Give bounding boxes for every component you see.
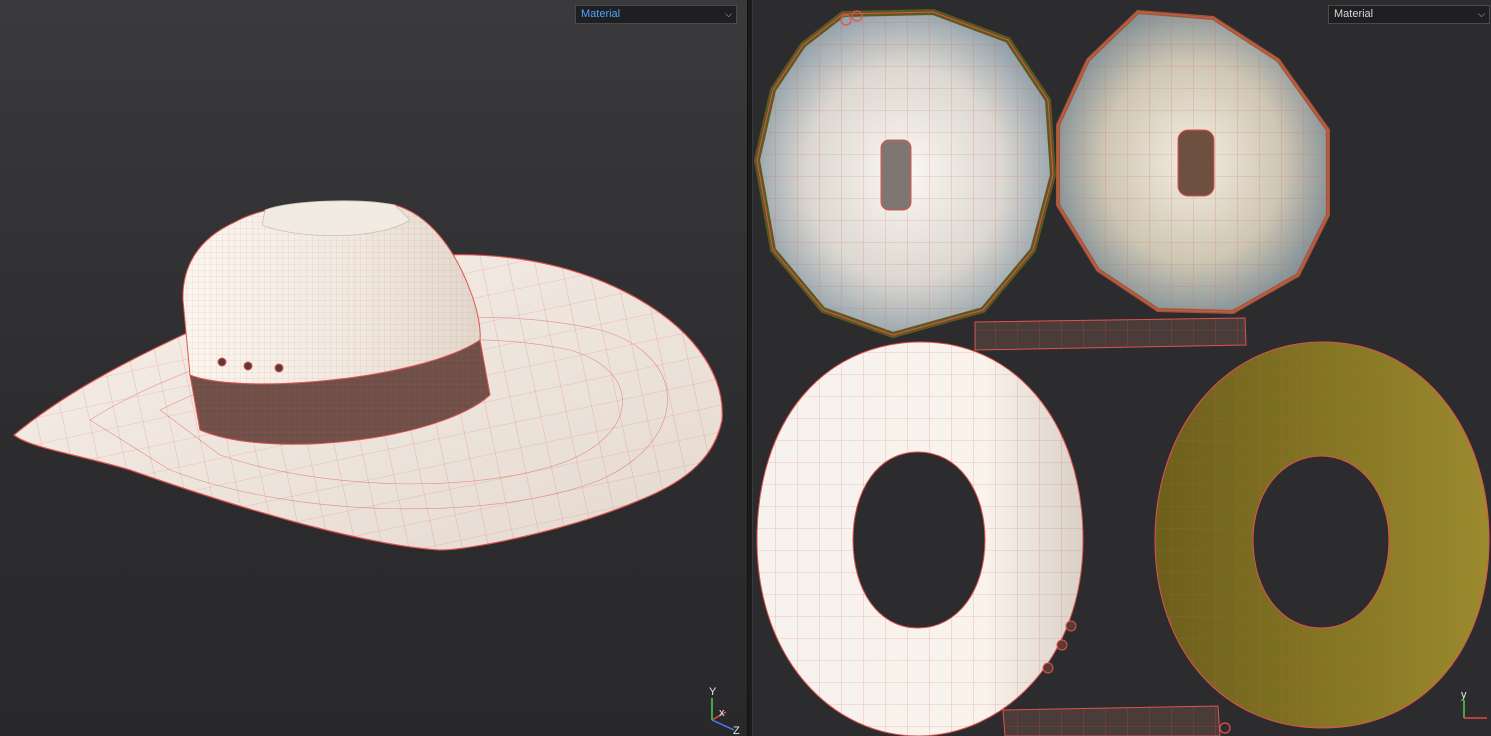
uv-island-crown-a[interactable] xyxy=(753,8,1057,339)
eyelet xyxy=(274,363,284,373)
gizmo-z-label: Z xyxy=(733,725,740,736)
uv-layout[interactable]: y xyxy=(753,0,1491,736)
uv-island-crown-b[interactable] xyxy=(1056,9,1330,315)
3d-viewport[interactable]: Y x Z Material ⌵ xyxy=(0,0,747,736)
eyelet xyxy=(217,357,227,367)
hat-3d-model[interactable]: Y x Z xyxy=(0,0,747,736)
gizmo-x-label: x xyxy=(719,707,725,719)
chevron-down-icon: ⌵ xyxy=(725,9,732,19)
eyelet xyxy=(243,361,253,371)
gizmo-y-label: Y xyxy=(709,686,717,698)
uv-island-eyelet[interactable] xyxy=(1042,662,1054,674)
axis-gizmo-uv: y xyxy=(1461,689,1487,719)
uv-island-eyelet[interactable] xyxy=(1056,639,1068,651)
material-dropdown-uv[interactable]: Material ⌵ xyxy=(1328,5,1490,24)
axis-gizmo-3d: Y x Z xyxy=(709,686,740,736)
gizmo-uv-y-label: y xyxy=(1461,689,1467,701)
chevron-down-icon: ⌵ xyxy=(1478,9,1485,19)
material-dropdown-value: Material xyxy=(581,8,621,20)
uv-viewport[interactable]: y Material ⌵ xyxy=(753,0,1491,736)
uv-island-eyelet[interactable] xyxy=(1065,620,1077,632)
uv-island-brim-a[interactable] xyxy=(756,341,1084,736)
material-dropdown-value: Material xyxy=(1334,8,1374,20)
material-dropdown-3d[interactable]: Material ⌵ xyxy=(575,5,737,24)
uv-island-brim-b[interactable] xyxy=(1154,341,1490,729)
